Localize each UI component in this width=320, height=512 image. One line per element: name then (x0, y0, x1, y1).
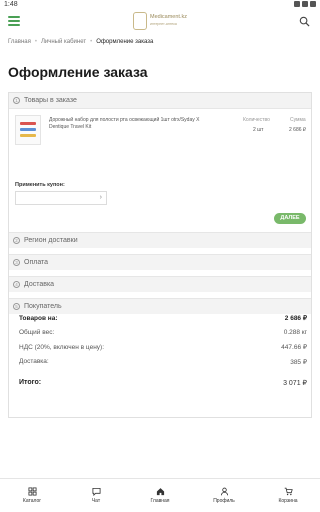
product-name[interactable]: Дорожный набор для полости рта освежающи… (49, 117, 209, 131)
section-delivery-header[interactable]: 4 Доставка (9, 276, 311, 292)
bottom-nav: Каталог Чат Главная Профиль Корзина (0, 478, 320, 512)
catalog-icon (27, 487, 37, 496)
items-value: 2 686 ₽ (284, 315, 307, 323)
nav-label: Каталог (22, 498, 42, 504)
weight-value: 0.288 кг (283, 329, 307, 337)
nav-catalog[interactable]: Каталог (0, 479, 64, 512)
breadcrumb: Главная • Личный кабинет • Оформление за… (8, 39, 153, 45)
section-payment-title: Оплата (24, 259, 49, 266)
vat-value: 447.66 ₽ (281, 344, 307, 352)
nav-label: Корзина (278, 498, 298, 504)
cart-item: Дорожный набор для полости рта освежающи… (15, 115, 307, 155)
nav-profile[interactable]: Профиль (192, 479, 256, 512)
status-bar: 1:48 (0, 0, 320, 9)
home-icon (156, 488, 164, 496)
breadcrumb-separator: • (34, 39, 37, 45)
breadcrumb-separator: • (90, 39, 93, 45)
nav-label: Главная (150, 498, 170, 504)
section-region-title: Регион доставки (24, 237, 78, 244)
summary-row: НДС (20%, включен в цену): 447.66 ₽ (19, 340, 307, 355)
shipping-label: Доставка: (19, 358, 49, 366)
logo-mark-icon (133, 12, 147, 30)
shipping-value: 385 ₽ (290, 358, 307, 366)
breadcrumb-current: Оформление заказа (96, 39, 154, 45)
location-icon (294, 1, 300, 7)
sum-header: Сумма (290, 117, 306, 123)
nav-label: Чат (91, 498, 101, 504)
section-cart-header[interactable]: 1 Товары в заказе (9, 93, 311, 109)
logo-name: Medicament.kz (150, 14, 187, 20)
summary-row: Доставка: 385 ₽ (19, 355, 307, 370)
cart-icon (284, 487, 293, 496)
breadcrumb-account[interactable]: Личный кабинет (41, 39, 86, 45)
status-time: 1:48 (4, 1, 18, 8)
nav-home[interactable]: Главная (128, 479, 192, 512)
logo[interactable]: Medicament.kz интернет-аптека (133, 10, 203, 32)
page-title: Оформление заказа (8, 64, 148, 80)
coupon-label: Применить купон: (15, 182, 65, 188)
section-buyer-title: Покупатель (24, 303, 62, 310)
summary-row: Товаров на: 2 686 ₽ (19, 311, 307, 326)
nav-chat[interactable]: Чат (64, 479, 128, 512)
nav-cart[interactable]: Корзина (256, 479, 320, 512)
total-row: Итого: 3 071 ₽ (19, 379, 307, 387)
chevron-right-icon[interactable]: › (100, 194, 102, 201)
nav-label: Профиль (213, 498, 235, 504)
cart-section: Дорожный набор для полости рта освежающи… (9, 109, 311, 224)
item-qty: 2 шт (253, 127, 264, 133)
chat-icon (91, 487, 101, 496)
step-number: 3 (13, 259, 20, 266)
breadcrumb-home[interactable]: Главная (8, 39, 31, 45)
section-delivery-title: Доставка (24, 281, 55, 288)
step-number: 1 (13, 97, 20, 104)
step-number: 4 (13, 281, 20, 288)
weight-label: Общий вес: (19, 329, 55, 337)
order-summary: Товаров на: 2 686 ₽ Общий вес: 0.288 кг … (19, 311, 307, 387)
step-number: 5 (13, 303, 20, 310)
next-button[interactable]: ДАЛЕЕ (274, 213, 306, 224)
product-image[interactable] (15, 115, 41, 145)
total-label: Итого: (19, 379, 42, 386)
battery-icon (310, 1, 316, 7)
profile-icon (220, 487, 228, 496)
vat-label: НДС (20%, включен в цену): (19, 343, 105, 351)
collapsed-sections: 2 Регион доставки 3 Оплата 4 Доставка 5 … (9, 232, 311, 314)
coupon-input[interactable]: › (15, 191, 107, 205)
order-panel: 1 Товары в заказе Дорожный набор для пол… (8, 92, 312, 418)
logo-tagline: интернет-аптека (150, 22, 177, 26)
wifi-icon (302, 1, 308, 7)
app-header: Medicament.kz интернет-аптека (0, 9, 320, 34)
section-payment-header[interactable]: 3 Оплата (9, 254, 311, 270)
section-region-header[interactable]: 2 Регион доставки (9, 232, 311, 248)
menu-icon[interactable] (8, 16, 20, 26)
total-value: 3 071 ₽ (283, 380, 307, 387)
items-label: Товаров на: (19, 314, 58, 322)
summary-row: Общий вес: 0.288 кг (19, 326, 307, 341)
qty-header: Количество (243, 117, 270, 123)
item-sum: 2 686 ₽ (289, 127, 307, 133)
status-icons (294, 1, 316, 7)
section-cart-title: Товары в заказе (24, 97, 77, 104)
search-icon[interactable] (299, 16, 310, 27)
step-number: 2 (13, 237, 20, 244)
